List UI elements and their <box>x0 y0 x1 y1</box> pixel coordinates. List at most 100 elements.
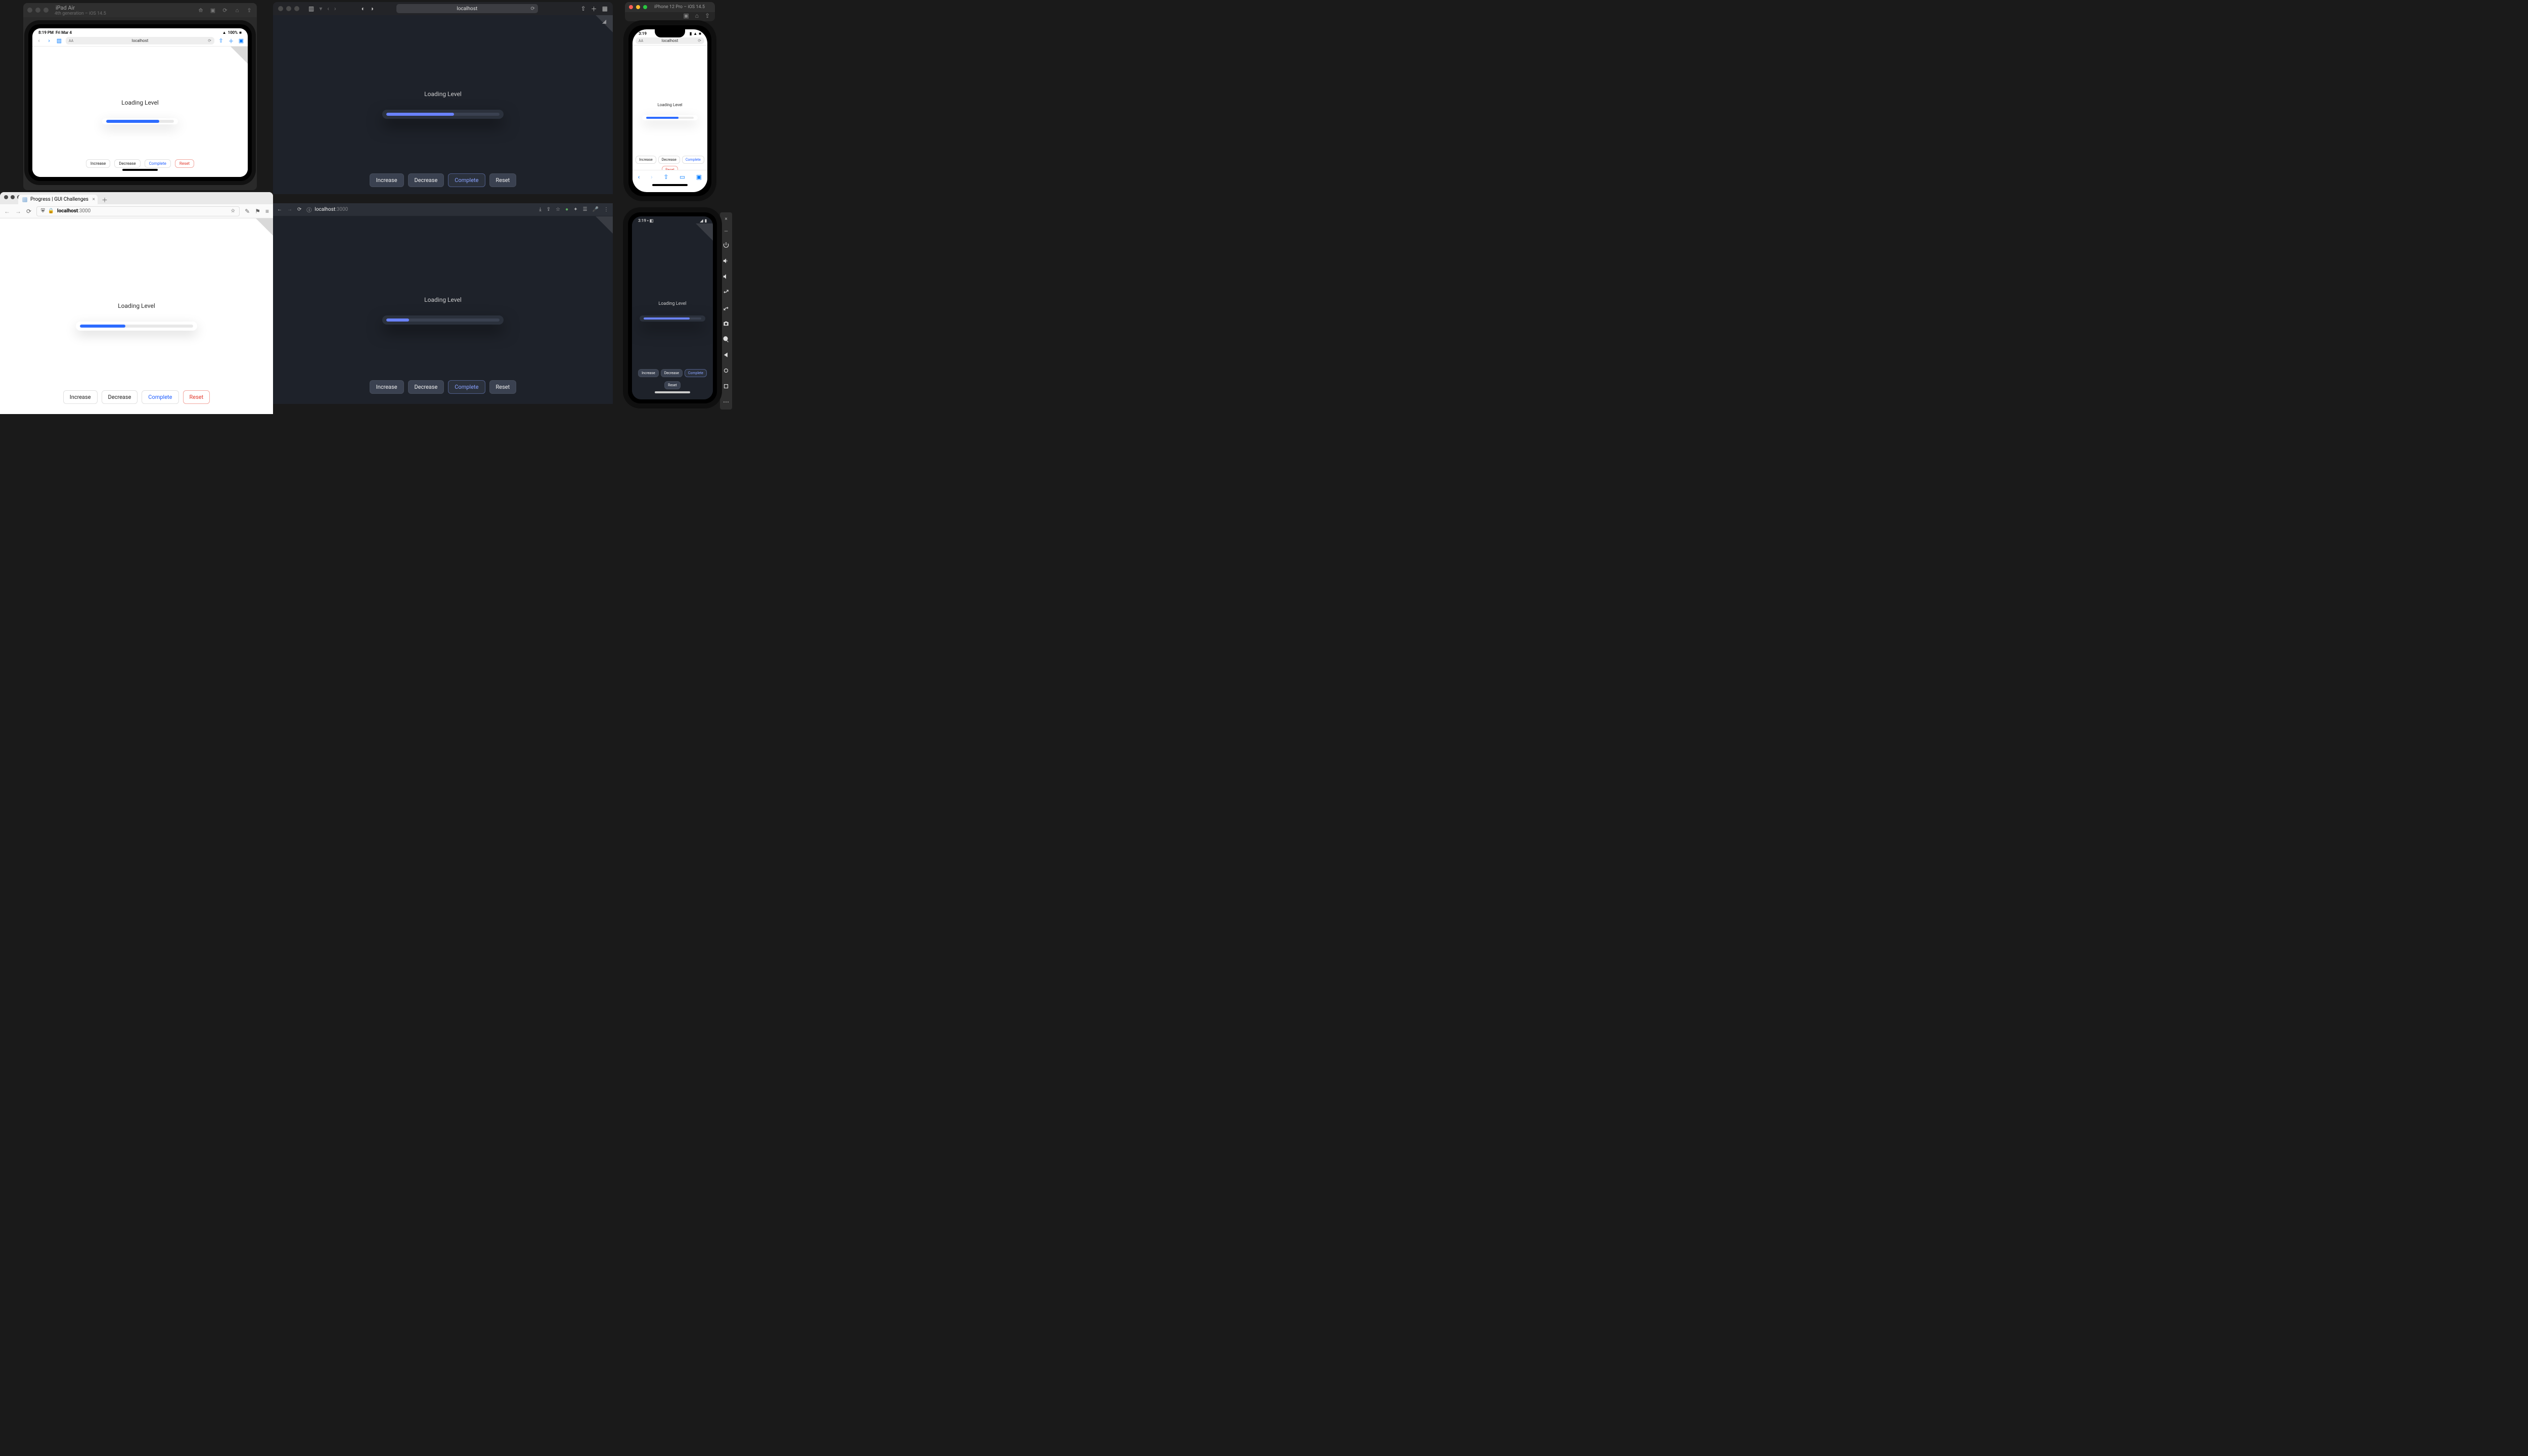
complete-button[interactable]: Complete <box>142 390 178 404</box>
minimize-icon[interactable] <box>636 5 640 9</box>
close-icon[interactable] <box>629 5 633 9</box>
new-tab-icon[interactable]: ＋ <box>591 5 597 13</box>
screenshot-icon[interactable]: ▣ <box>209 7 216 14</box>
minimize-icon[interactable] <box>11 195 15 199</box>
appearance-icon[interactable]: ◑ <box>370 5 374 12</box>
share-icon[interactable]: ⇪ <box>547 207 551 212</box>
sidebar-icon[interactable]: ▥ <box>56 37 63 44</box>
share-icon[interactable]: ⇧ <box>217 37 224 44</box>
back-icon[interactable]: ‹ <box>327 5 329 12</box>
menu-icon[interactable]: ≡ <box>265 208 269 215</box>
new-tab-icon[interactable]: ＋ <box>228 37 235 45</box>
close-icon[interactable] <box>4 195 8 199</box>
forward-icon[interactable]: → <box>287 207 292 212</box>
increase-button[interactable]: Increase <box>370 380 404 394</box>
install-app-icon[interactable]: ⤓ <box>539 207 541 212</box>
reader-aa-icon[interactable]: AA <box>69 39 73 43</box>
complete-button[interactable]: Complete <box>448 380 485 394</box>
share-icon[interactable]: ⇧ <box>581 5 586 12</box>
screenshot-icon[interactable]: ▣ <box>683 12 689 21</box>
close-icon[interactable] <box>27 8 32 13</box>
reader-aa-icon[interactable]: AA <box>639 39 643 43</box>
url-field[interactable]: AA localhost ⟳ <box>66 37 214 44</box>
complete-button[interactable]: Complete <box>448 173 485 187</box>
increase-button[interactable]: Increase <box>63 390 98 404</box>
info-icon[interactable]: ⓘ <box>306 206 311 213</box>
reset-button[interactable]: Reset <box>664 381 681 389</box>
tab-progress[interactable]: Progress | GUI Challenges × <box>18 195 98 204</box>
tabs-icon[interactable]: ▣ <box>238 37 245 44</box>
shield-icon[interactable]: ⛨ <box>41 208 45 214</box>
back-icon[interactable]: ‹ <box>638 173 640 180</box>
devtools-badge[interactable] <box>589 15 613 39</box>
close-icon[interactable] <box>278 6 283 11</box>
pointer-icon[interactable]: ⟰ <box>197 7 204 14</box>
power-icon[interactable] <box>723 242 730 250</box>
rotate-right-icon[interactable] <box>723 304 730 313</box>
url-field[interactable]: ⛨ 🔒 localhost:3000 ☆ <box>36 206 240 216</box>
reload-icon[interactable]: ⟳ <box>297 207 301 212</box>
minimize-icon[interactable] <box>35 8 40 13</box>
camera-icon[interactable] <box>723 320 730 329</box>
extension-icon[interactable]: ⚑ <box>255 208 260 215</box>
url-field[interactable]: localhost ⟳ <box>396 4 538 13</box>
devtools-badge[interactable] <box>223 47 248 71</box>
decrease-button[interactable]: Decrease <box>658 156 680 164</box>
zoom-icon[interactable] <box>643 5 647 9</box>
share-icon[interactable]: ⇪ <box>246 7 253 14</box>
shield-icon[interactable]: ◐ <box>362 5 365 12</box>
forward-icon[interactable]: › <box>46 37 53 44</box>
close-icon[interactable]: × <box>725 216 727 222</box>
zoom-icon[interactable] <box>43 8 49 13</box>
reload-icon[interactable]: ⟳ <box>698 38 701 43</box>
rotate-left-icon[interactable] <box>723 289 730 297</box>
mic-icon[interactable]: 🎤 <box>593 207 599 212</box>
bookmarks-icon[interactable]: ▭ <box>680 173 685 180</box>
devtools-badge[interactable] <box>589 216 613 241</box>
home-icon[interactable]: ⌂ <box>695 12 699 21</box>
decrease-button[interactable]: Decrease <box>102 390 138 404</box>
reload-icon[interactable]: ⟳ <box>530 6 534 12</box>
zoom-icon[interactable] <box>294 6 299 11</box>
puzzle-icon[interactable]: ✦ <box>573 207 577 212</box>
lock-icon[interactable]: 🔒 <box>48 208 54 214</box>
volume-down-icon[interactable] <box>723 273 730 282</box>
forward-icon[interactable]: › <box>651 173 653 180</box>
tabs-icon[interactable]: ▣ <box>696 173 702 180</box>
reset-button[interactable]: Reset <box>175 159 194 168</box>
eyedropper-icon[interactable]: ✎ <box>245 208 250 215</box>
reset-button[interactable]: Reset <box>489 173 517 187</box>
tabs-icon[interactable]: ▦ <box>602 5 608 12</box>
decrease-button[interactable]: Decrease <box>114 159 140 168</box>
forward-icon[interactable]: → <box>15 208 21 215</box>
android-home-icon[interactable] <box>723 367 730 376</box>
complete-button[interactable]: Complete <box>145 159 171 168</box>
more-icon[interactable]: ⋯ <box>723 398 729 405</box>
decrease-button[interactable]: Decrease <box>661 369 683 377</box>
increase-button[interactable]: Increase <box>638 369 659 377</box>
devtools-badge[interactable] <box>689 223 713 248</box>
menu-icon[interactable]: ⋮ <box>604 207 609 212</box>
increase-button[interactable]: Increase <box>636 156 656 164</box>
new-tab-icon[interactable]: ＋ <box>102 196 108 204</box>
home-icon[interactable]: ⌂ <box>234 7 241 14</box>
share-icon[interactable]: ⇪ <box>705 12 710 21</box>
url-field[interactable]: AA localhost ⟳ <box>636 37 704 44</box>
rotate-icon[interactable]: ⟳ <box>221 7 229 14</box>
devtools-badge[interactable] <box>249 218 273 243</box>
list-icon[interactable]: ☰ <box>583 207 588 212</box>
increase-button[interactable]: Increase <box>86 159 110 168</box>
minimize-icon[interactable] <box>286 6 291 11</box>
close-tab-icon[interactable]: × <box>93 197 95 202</box>
minimize-icon[interactable]: — <box>724 229 728 235</box>
zoom-icon[interactable] <box>723 336 730 344</box>
share-icon[interactable]: ⇧ <box>663 173 668 180</box>
url-field[interactable]: ⓘ localhost:3000 <box>306 206 348 213</box>
reload-icon[interactable]: ⟳ <box>208 38 211 43</box>
complete-button[interactable]: Complete <box>685 369 707 377</box>
bookmark-star-icon[interactable]: ☆ <box>231 208 235 214</box>
volume-up-icon[interactable] <box>723 257 730 266</box>
decrease-button[interactable]: Decrease <box>408 173 444 187</box>
bookmark-star-icon[interactable]: ☆ <box>556 207 560 212</box>
sidebar-icon[interactable]: ▥ <box>308 5 314 12</box>
